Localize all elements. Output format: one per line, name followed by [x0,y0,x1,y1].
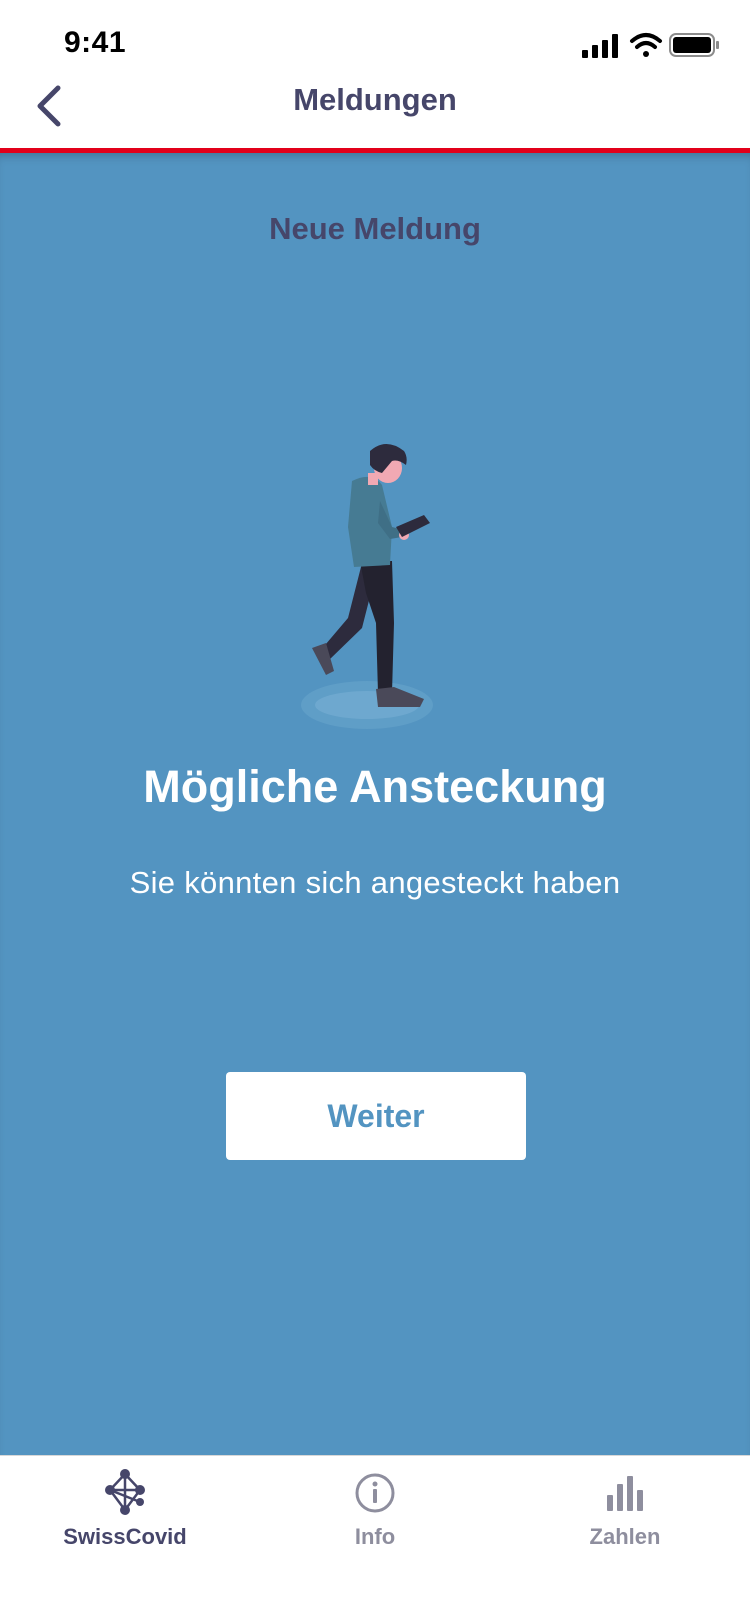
subtext: Sie könnten sich angesteckt haben [129,865,621,900]
tab-info[interactable]: Info [275,1468,475,1568]
tab-label: Info [354,1524,396,1549]
app-screen: 9:41 Meldungen Neue Meldung Mögliche Ans… [0,0,750,1624]
status-time: 9:41 [64,26,127,59]
tab-label: Zahlen [589,1524,661,1549]
page-title: Meldungen [293,82,457,117]
tab-bar: SwissCovid Info Zahlen [0,1455,750,1624]
tab-swisscovid[interactable]: SwissCovid [25,1468,225,1568]
nav-header: Meldungen [0,60,750,148]
network-icon [105,1469,145,1515]
section-title: Neue Meldung [269,211,481,246]
continue-button[interactable]: Weiter [226,1072,526,1160]
info-icon [355,1473,395,1513]
notification-content: Neue Meldung Mögliche Ansteckung Sie kön… [0,153,750,1455]
tab-label: SwissCovid [63,1524,187,1549]
tab-zahlen[interactable]: Zahlen [525,1468,725,1568]
person-walking-illustration [300,443,460,743]
cellular-signal-icon [582,34,618,58]
bar-chart-icon [607,1476,643,1511]
battery-icon [669,33,719,57]
status-icons [582,30,722,60]
wifi-icon [630,33,662,57]
headline: Mögliche Ansteckung [143,761,607,812]
